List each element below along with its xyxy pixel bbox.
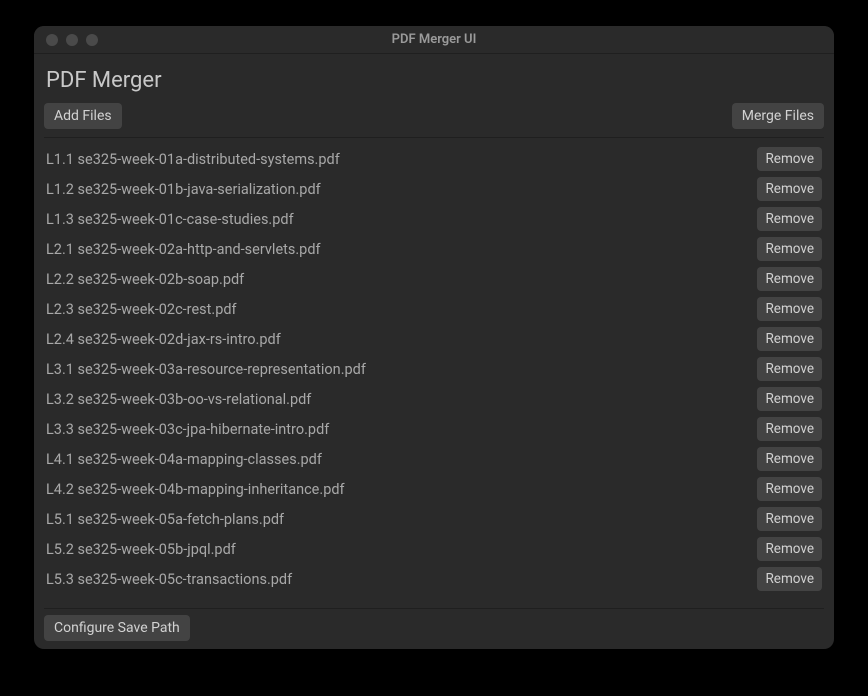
- app-window: PDF Merger UI PDF Merger Add Files Merge…: [34, 26, 834, 649]
- remove-button[interactable]: Remove: [757, 477, 822, 501]
- merge-files-button[interactable]: Merge Files: [732, 103, 824, 129]
- add-files-button[interactable]: Add Files: [44, 103, 122, 129]
- file-row[interactable]: L2.2 se325-week-02b-soap.pdf Remove: [44, 264, 824, 294]
- file-name: L2.2 se325-week-02b-soap.pdf: [46, 271, 244, 288]
- file-row[interactable]: L2.1 se325-week-02a-http-and-servlets.pd…: [44, 234, 824, 264]
- file-row[interactable]: L2.4 se325-week-02d-jax-rs-intro.pdf Remo…: [44, 324, 824, 354]
- file-name: L2.3 se325-week-02c-rest.pdf: [46, 301, 237, 318]
- file-row[interactable]: L3.3 se325-week-03c-jpa-hibernate-intro.…: [44, 414, 824, 444]
- file-list[interactable]: L1.1 se325-week-01a-distributed-systems.…: [44, 137, 824, 609]
- minimize-dot-icon[interactable]: [66, 34, 78, 46]
- file-name: L5.2 se325-week-05b-jpql.pdf: [46, 541, 236, 558]
- remove-button[interactable]: Remove: [757, 237, 822, 261]
- footer: Configure Save Path: [44, 609, 824, 641]
- close-dot-icon[interactable]: [46, 34, 58, 46]
- remove-button[interactable]: Remove: [757, 387, 822, 411]
- file-row[interactable]: L1.3 se325-week-01c-case-studies.pdf Remo…: [44, 204, 824, 234]
- remove-button[interactable]: Remove: [757, 357, 822, 381]
- file-row[interactable]: L3.2 se325-week-03b-oo-vs-relational.pdf…: [44, 384, 824, 414]
- remove-button[interactable]: Remove: [757, 537, 822, 561]
- file-name: L1.2 se325-week-01b-java-serialization.p…: [46, 181, 321, 198]
- file-row[interactable]: L2.3 se325-week-02c-rest.pdf Remove: [44, 294, 824, 324]
- remove-button[interactable]: Remove: [757, 507, 822, 531]
- file-row[interactable]: L4.2 se325-week-04b-mapping-inheritance.…: [44, 474, 824, 504]
- titlebar: PDF Merger UI: [34, 26, 834, 54]
- remove-button[interactable]: Remove: [757, 327, 822, 351]
- page-title: PDF Merger: [44, 64, 824, 103]
- remove-button[interactable]: Remove: [757, 147, 822, 171]
- window-controls: [34, 34, 98, 46]
- file-name: L4.1 se325-week-04a-mapping-classes.pdf: [46, 451, 322, 468]
- file-row[interactable]: L5.1 se325-week-05a-fetch-plans.pdf Remov…: [44, 504, 824, 534]
- file-name: L3.2 se325-week-03b-oo-vs-relational.pdf: [46, 391, 311, 408]
- file-row[interactable]: L5.2 se325-week-05b-jpql.pdf Remove: [44, 534, 824, 564]
- remove-button[interactable]: Remove: [757, 447, 822, 471]
- remove-button[interactable]: Remove: [757, 297, 822, 321]
- file-row[interactable]: L1.2 se325-week-01b-java-serialization.p…: [44, 174, 824, 204]
- file-row[interactable]: L5.3 se325-week-05c-transactions.pdf Remo…: [44, 564, 824, 594]
- file-name: L3.1 se325-week-03a-resource-representat…: [46, 361, 366, 378]
- file-name: L3.3 se325-week-03c-jpa-hibernate-intro.…: [46, 421, 329, 438]
- file-name: L5.3 se325-week-05c-transactions.pdf: [46, 571, 292, 588]
- content-area: PDF Merger Add Files Merge Files L1.1 se…: [34, 54, 834, 649]
- file-row[interactable]: L4.1 se325-week-04a-mapping-classes.pdf R…: [44, 444, 824, 474]
- file-name: L2.4 se325-week-02d-jax-rs-intro.pdf: [46, 331, 281, 348]
- file-row[interactable]: L1.1 se325-week-01a-distributed-systems.…: [44, 144, 824, 174]
- file-name: L1.3 se325-week-01c-case-studies.pdf: [46, 211, 294, 228]
- file-name: L4.2 se325-week-04b-mapping-inheritance.…: [46, 481, 345, 498]
- configure-save-path-button[interactable]: Configure Save Path: [44, 615, 190, 641]
- remove-button[interactable]: Remove: [757, 417, 822, 441]
- file-name: L5.1 se325-week-05a-fetch-plans.pdf: [46, 511, 284, 528]
- toolbar: Add Files Merge Files: [44, 103, 824, 129]
- maximize-dot-icon[interactable]: [86, 34, 98, 46]
- remove-button[interactable]: Remove: [757, 177, 822, 201]
- file-name: L1.1 se325-week-01a-distributed-systems.…: [46, 151, 340, 168]
- file-name: L2.1 se325-week-02a-http-and-servlets.pd…: [46, 241, 321, 258]
- window-title: PDF Merger UI: [34, 32, 834, 47]
- remove-button[interactable]: Remove: [757, 567, 822, 591]
- remove-button[interactable]: Remove: [757, 207, 822, 231]
- remove-button[interactable]: Remove: [757, 267, 822, 291]
- file-row[interactable]: L3.1 se325-week-03a-resource-representat…: [44, 354, 824, 384]
